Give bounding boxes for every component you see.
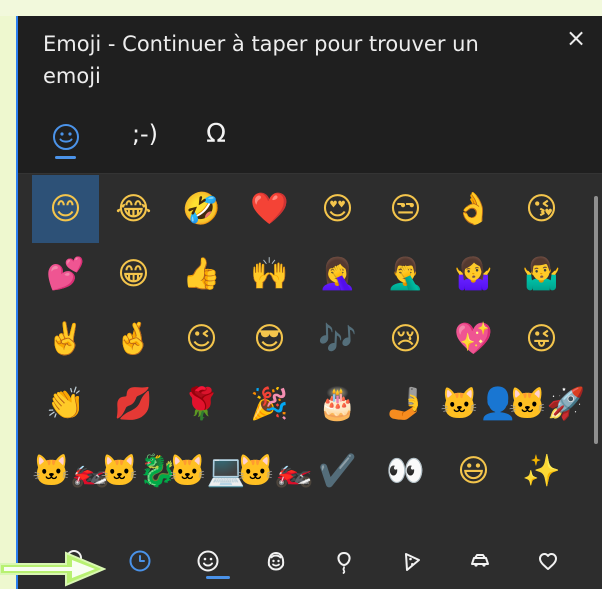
emoji-tile[interactable]: 🐱‍🚀 xyxy=(508,370,585,438)
emoji-tile[interactable]: 😍 xyxy=(304,175,371,243)
tab-kaomoji[interactable]: ;-) xyxy=(119,108,171,160)
nav-people-button[interactable] xyxy=(242,521,309,589)
emoji-tile[interactable]: 🐱‍🐉 xyxy=(100,437,177,505)
clock-icon xyxy=(129,550,150,571)
nav-food-button[interactable] xyxy=(378,521,445,589)
emoji-tile[interactable]: 🤷‍♂️ xyxy=(508,240,575,308)
active-tab-indicator xyxy=(55,156,76,159)
tab-emoji[interactable] xyxy=(46,108,86,160)
emoji-tile[interactable]: 😘 xyxy=(508,175,575,243)
nav-smileys-button[interactable] xyxy=(174,521,241,589)
emoji-tile[interactable]: 👍 xyxy=(168,240,235,308)
emoji-tile[interactable]: ✨ xyxy=(508,437,575,505)
emoji-tile[interactable]: 🤦‍♀️ xyxy=(304,240,371,308)
emoji-tile[interactable]: 🎶 xyxy=(304,305,371,373)
emoji-grid: 😊 😂 🤣 ❤️ 😍 😒 👌 😘 💕 😁 👍 🙌 🤦‍♀️ 🤦‍♂️ 🤷‍♀️ … xyxy=(32,175,585,513)
emoji-tile[interactable]: 😎 xyxy=(236,305,303,373)
nav-celebration-button[interactable] xyxy=(310,521,377,589)
emoji-tile[interactable]: 👀 xyxy=(372,437,439,505)
emoji-tile[interactable]: 🐱‍🏍 xyxy=(32,437,109,505)
nav-recent-button[interactable] xyxy=(106,521,230,589)
emoji-tile[interactable]: 👌 xyxy=(440,175,507,243)
emoji-scrollbar[interactable] xyxy=(594,196,598,444)
emoji-tile[interactable]: ✌️ xyxy=(32,305,99,373)
emoji-row: 💕 😁 👍 🙌 🤦‍♀️ 🤦‍♂️ 🤷‍♀️ 🤷‍♂️ xyxy=(32,240,574,308)
emoji-tile[interactable]: 🐱‍🏍 xyxy=(236,437,313,505)
emoji-panel: Emoji - Continuer à taper pour trouver u… xyxy=(16,16,602,589)
category-tabs: ;-) Ω xyxy=(46,108,266,160)
panel-title: Emoji - Continuer à taper pour trouver u… xyxy=(43,32,479,88)
bottom-category-nav xyxy=(38,521,586,589)
smiley-icon xyxy=(197,550,218,571)
close-button[interactable]: × xyxy=(564,26,588,50)
emoji-tile[interactable]: 💕 xyxy=(32,240,99,308)
person-face-icon xyxy=(267,551,284,571)
emoji-row: 😊 😂 🤣 ❤️ 😍 😒 👌 😘 xyxy=(32,175,574,243)
emoji-tile[interactable]: 😒 xyxy=(372,175,439,243)
emoji-tile[interactable]: 😃 xyxy=(440,437,507,505)
emoji-row: 🐱‍🏍 🐱‍🐉 🐱‍💻 🐱‍🏍 ✔️ 👀 😃 ✨ xyxy=(32,437,574,505)
emoji-tile[interactable]: 🐱‍💻 xyxy=(168,437,245,505)
emoji-tile[interactable]: 😁 xyxy=(100,240,167,308)
emoji-row: 👏 💋 🌹 🎉 🎂 🤳 🐱‍👤 🐱‍🚀 xyxy=(32,370,585,438)
emoji-tile[interactable]: 🎉 xyxy=(236,370,303,438)
emoji-tile[interactable]: 😊 xyxy=(32,175,99,243)
emoji-tile[interactable]: 😉 xyxy=(168,305,235,373)
emoji-tile[interactable]: 🐱‍👤 xyxy=(440,370,517,438)
emoji-tile[interactable]: 💖 xyxy=(440,305,507,373)
emoji-tile[interactable]: 🤳 xyxy=(372,370,439,438)
emoji-row: ✌️ 🤞 😉 😎 🎶 😢 💖 😜 xyxy=(32,305,574,373)
emoji-tile[interactable]: 🤣 xyxy=(168,175,235,243)
nav-transport-button[interactable] xyxy=(446,521,513,589)
background-strip xyxy=(0,0,602,16)
emoji-tile[interactable]: 🤷‍♀️ xyxy=(440,240,507,308)
panel-header: Emoji - Continuer à taper pour trouver u… xyxy=(18,16,602,174)
tab-symbols[interactable]: Ω xyxy=(194,108,238,160)
car-icon xyxy=(470,553,489,567)
emoji-tile[interactable]: 🎂 xyxy=(304,370,371,438)
emoji-smile-icon xyxy=(53,123,79,150)
emoji-tile[interactable]: 🤞 xyxy=(100,305,167,373)
emoji-tile[interactable]: 😜 xyxy=(508,305,575,373)
emoji-tile[interactable]: 🤦‍♂️ xyxy=(372,240,439,308)
emoji-tile[interactable]: 😢 xyxy=(372,305,439,373)
emoji-tile[interactable]: ✔️ xyxy=(304,437,371,505)
pizza-icon xyxy=(404,552,420,571)
emoji-tile[interactable]: 💋 xyxy=(100,370,167,438)
emoji-tile[interactable]: 🙌 xyxy=(236,240,303,308)
emoji-tile[interactable]: 🌹 xyxy=(168,370,235,438)
balloon-icon xyxy=(336,551,351,574)
heart-icon xyxy=(538,552,557,570)
pointer-arrow-icon xyxy=(0,551,106,587)
emoji-tile[interactable]: ❤️ xyxy=(236,175,303,243)
nav-hearts-button[interactable] xyxy=(514,521,581,589)
emoji-tile[interactable]: 😂 xyxy=(100,175,167,243)
emoji-tile[interactable]: 👏 xyxy=(32,370,99,438)
